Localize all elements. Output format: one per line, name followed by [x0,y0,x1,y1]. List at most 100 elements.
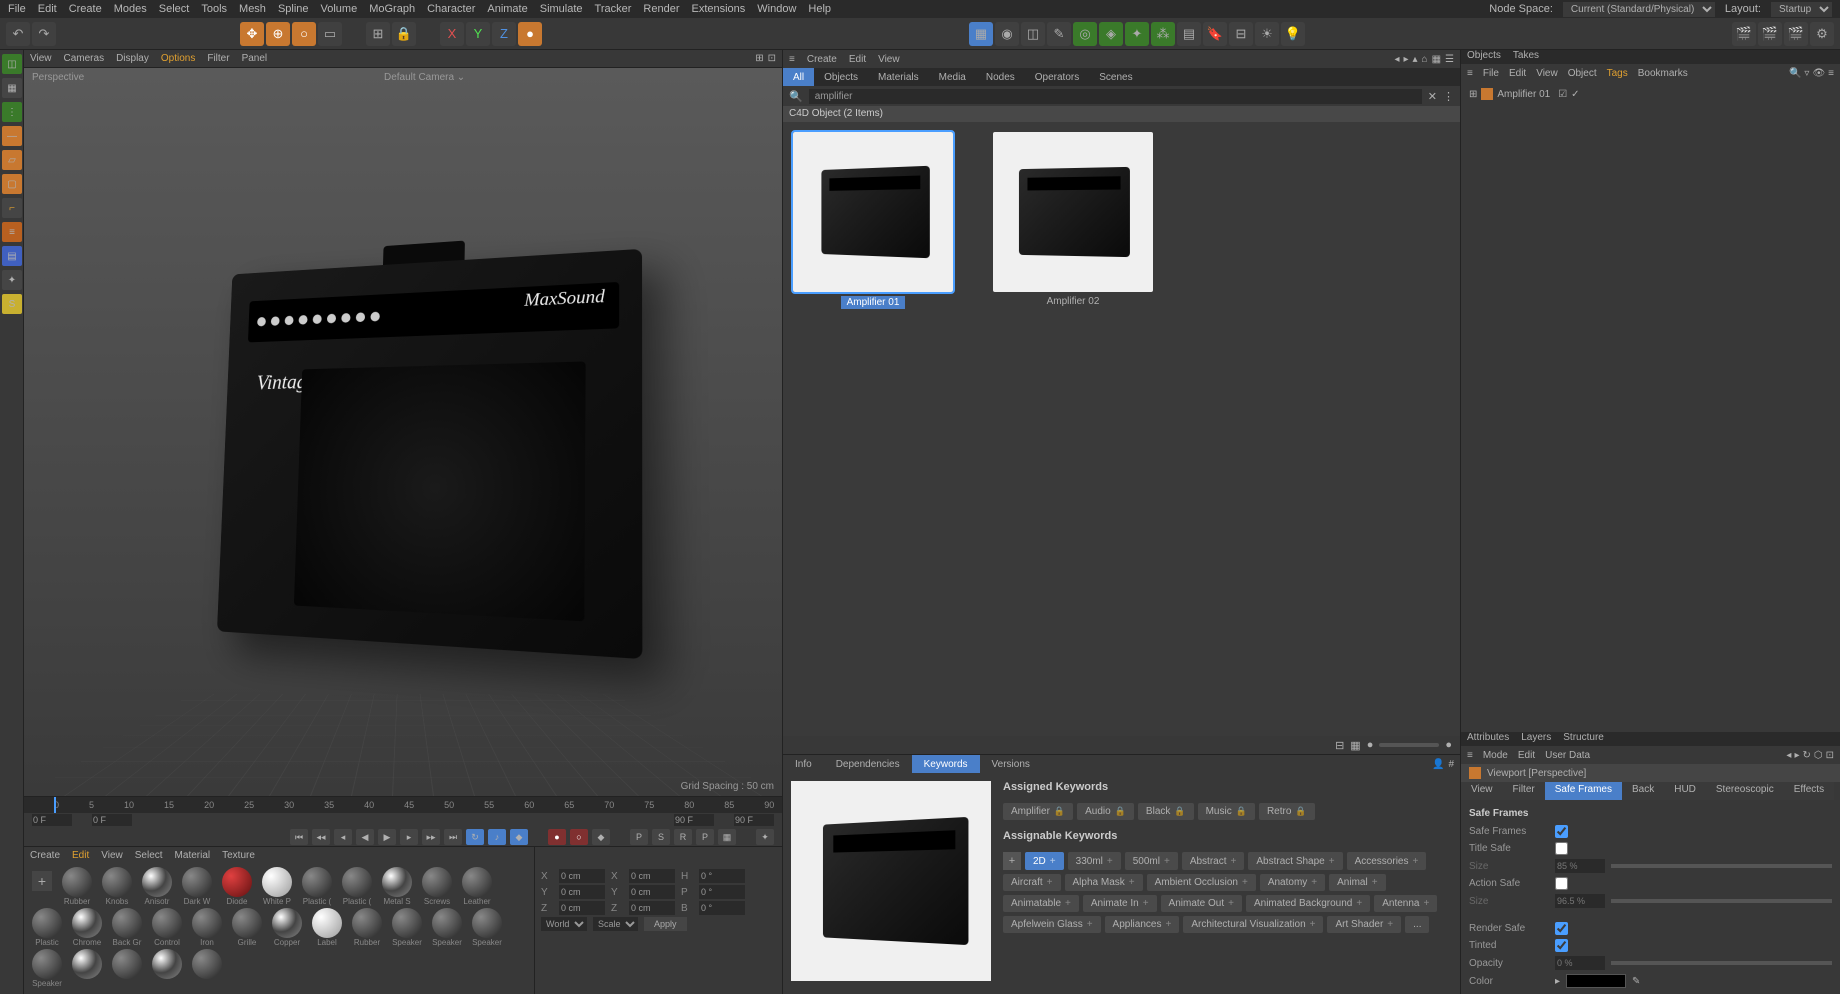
timeline-ruler[interactable]: 051015202530354045505560657075808590 [24,797,782,813]
render-button[interactable]: 🎬 [1732,22,1756,46]
rot-key-icon[interactable]: R [674,829,692,845]
uv-mode-icon[interactable]: ▢ [2,174,22,194]
play-back-button[interactable]: ◀ [356,829,374,845]
kw-item[interactable]: Animate Out+ [1161,895,1242,912]
tab-layers[interactable]: Layers [1521,732,1551,746]
render-toggle[interactable]: ✓ [1571,89,1579,100]
viewport-3d[interactable]: Perspective Default Camera ⌄ Grid Spacin… [24,68,782,796]
axis-x[interactable]: X [440,22,464,46]
keyframe-button[interactable]: ◆ [592,829,610,845]
menu-select[interactable]: Select [159,3,190,15]
kw-amplifier[interactable]: Amplifier🔒 [1003,803,1073,820]
clear-search-icon[interactable]: ✕ [1428,90,1437,103]
tab-structure[interactable]: Structure [1563,732,1604,746]
axis-world[interactable]: ● [518,22,542,46]
rotate-tool[interactable]: ○ [292,22,316,46]
model-mode-icon[interactable]: ◫ [2,54,22,74]
kw-item[interactable]: Animal+ [1329,874,1385,891]
color-arrow-icon[interactable]: ▸ [1555,976,1560,987]
menu-spline[interactable]: Spline [278,3,309,15]
range-start-input[interactable] [92,814,132,826]
asset-item-amp1[interactable]: Amplifier 01 [793,132,953,309]
kw-item[interactable]: Ambient Occlusion+ [1147,874,1256,891]
info-icon-2[interactable]: # [1448,759,1454,770]
kw-item[interactable]: Alpha Mask+ [1065,874,1143,891]
rot-p-input[interactable] [699,885,745,899]
kw-item[interactable]: Abstract Shape+ [1248,852,1342,870]
kw-black[interactable]: Black🔒 [1138,803,1194,820]
goto-end-button[interactable]: ⏭ [444,829,462,845]
layout-select[interactable]: Startup [1771,2,1832,17]
audio-button[interactable]: ♪ [488,829,506,845]
asset-edit[interactable]: Edit [849,54,866,65]
om-search-icon[interactable]: 🔍 [1789,68,1801,79]
nav-up-icon[interactable]: ↻ [1802,750,1810,761]
visibility-toggle[interactable]: ☑ [1558,89,1567,100]
material-item[interactable]: Copper [268,908,306,947]
material-item[interactable] [188,949,226,988]
menu-volume[interactable]: Volume [321,3,358,15]
menu-file[interactable]: File [8,3,26,15]
world-select[interactable]: World [541,917,587,931]
key-button[interactable]: ◆ [510,829,528,845]
asset-item-amp2[interactable]: Amplifier 02 [993,132,1153,307]
axis-z[interactable]: Z [492,22,516,46]
poly-mode-icon[interactable]: ▱ [2,150,22,170]
kw-item[interactable]: Accessories+ [1347,852,1427,870]
material-item[interactable]: Diode [218,867,256,906]
edge-mode-icon[interactable]: — [2,126,22,146]
kw-item[interactable]: Animated Background+ [1246,895,1370,912]
new-material-button[interactable]: + [32,871,52,891]
field-icon[interactable]: ✦ [1125,22,1149,46]
deformer-icon[interactable]: ◈ [1099,22,1123,46]
material-item[interactable]: White P [258,867,296,906]
render-view-button[interactable]: ▦ [969,22,993,46]
axis-mode-icon[interactable]: ⌐ [2,198,22,218]
menu-icon[interactable]: ≡ [789,54,795,65]
asset-create[interactable]: Create [807,54,837,65]
redo-button[interactable]: ↷ [32,22,56,46]
material-item[interactable]: Speaker [428,908,466,947]
material-item[interactable]: Screws [418,867,456,906]
view-small-icon[interactable]: ⊟ [1335,739,1344,752]
kw-retro[interactable]: Retro🔒 [1259,803,1315,820]
thumb-size-slider[interactable] [1379,743,1439,747]
kw-item[interactable]: Aircraft+ [1003,874,1061,891]
tab-nodes[interactable]: Nodes [976,68,1025,86]
info-tab-info[interactable]: Info [783,755,824,773]
kw-audio[interactable]: Audio🔒 [1077,803,1134,820]
mat-view[interactable]: View [101,850,123,861]
camera-icon[interactable]: 💡 [1281,22,1305,46]
expand-icon[interactable]: ⊞ [1469,89,1477,100]
nav-back-icon[interactable]: ◂ [1394,54,1399,65]
titlesafe-checkbox[interactable] [1555,842,1568,855]
rot-h-input[interactable] [699,869,745,883]
nav-back-icon[interactable]: ◂ [1786,750,1791,761]
goto-start-button[interactable]: ⏮ [290,829,308,845]
am-mode[interactable]: Mode [1483,750,1508,761]
am-userdata[interactable]: User Data [1545,750,1590,761]
layer-mode-icon[interactable]: ≡ [2,222,22,242]
menu-window[interactable]: Window [757,3,796,15]
menu-render[interactable]: Render [643,3,679,15]
point-mode-icon[interactable]: ⋮ [2,102,22,122]
mat-select[interactable]: Select [135,850,163,861]
lock-icon[interactable]: ⬡ [1814,750,1823,761]
undo-button[interactable]: ↶ [6,22,30,46]
subtab-hud[interactable]: HUD [1664,782,1706,800]
material-item[interactable]: Knobs [98,867,136,906]
menu-character[interactable]: Character [427,3,475,15]
menu-icon[interactable]: ≡ [1467,68,1473,79]
select-tool[interactable]: ▭ [318,22,342,46]
kw-item[interactable]: Apfelwein Glass+ [1003,916,1101,933]
pos-y-input[interactable] [559,885,605,899]
material-item[interactable]: Plastic [28,908,66,947]
om-layer-icon[interactable]: ≡ [1828,68,1834,79]
nav-up-icon[interactable]: ▴ [1413,54,1418,65]
pos-x-input[interactable] [559,869,605,883]
mat-edit[interactable]: Edit [72,850,89,861]
vp-filter[interactable]: Filter [207,53,229,64]
info-tab-versions[interactable]: Versions [980,755,1042,773]
view-large-icon[interactable]: ▦ [1350,739,1360,752]
prev-frame-button[interactable]: ◂ [334,829,352,845]
